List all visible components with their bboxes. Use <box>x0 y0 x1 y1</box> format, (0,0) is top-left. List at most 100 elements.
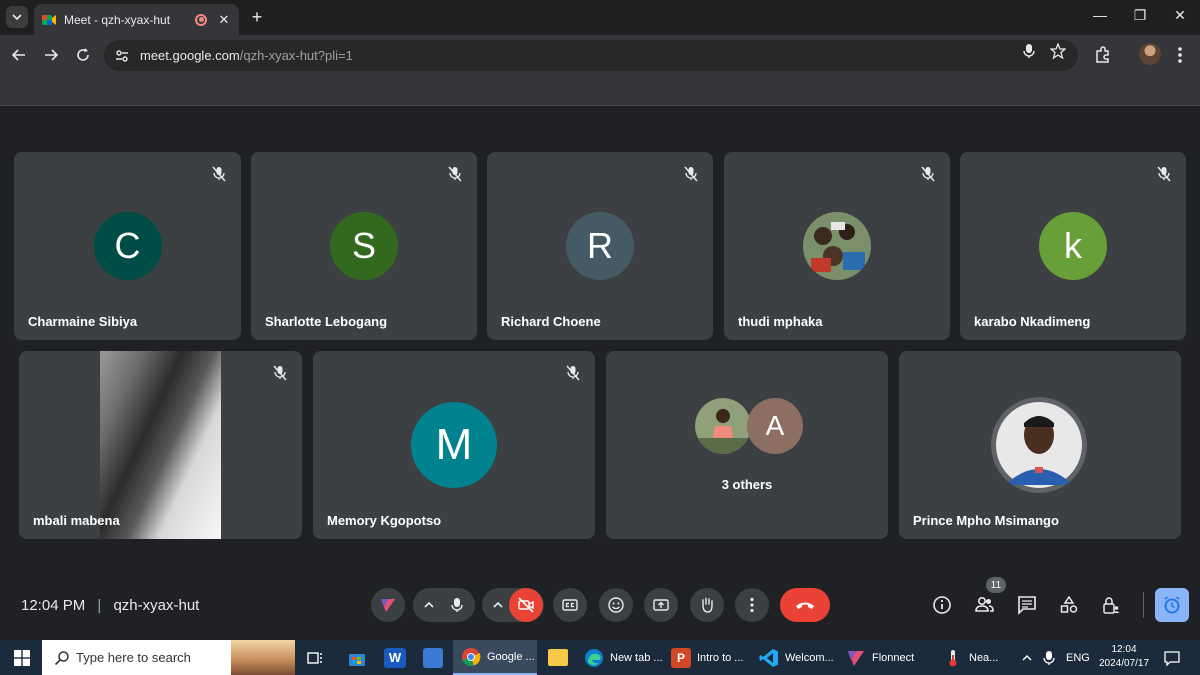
people-button[interactable] <box>973 594 995 616</box>
clock-date: 2024/07/17 <box>1098 658 1150 669</box>
arrow-right-icon <box>45 49 58 61</box>
windows-taskbar: Type here to search W Google ... New tab… <box>0 640 1200 675</box>
info-icon <box>933 596 951 614</box>
taskbar-clock[interactable]: 12:04 2024/07/17 <box>1093 643 1155 671</box>
participant-tile[interactable]: S Sharlotte Lebogang <box>251 152 477 340</box>
minimize-icon[interactable]: — <box>1090 7 1110 27</box>
reload-button[interactable] <box>72 44 94 66</box>
url-path: /qzh-xyax-hut?pli=1 <box>239 48 353 63</box>
participant-name: thudi mphaka <box>738 314 823 329</box>
chevron-up-icon[interactable] <box>423 599 435 611</box>
participant-photo <box>695 398 751 454</box>
mic-off-icon <box>1157 166 1171 182</box>
flonnect-icon <box>381 599 395 612</box>
chevron-down-icon <box>12 14 22 21</box>
taskbar-app-weather[interactable]: Nea... <box>935 640 1005 675</box>
alarm-clock-icon <box>1164 596 1180 614</box>
participant-tile[interactable]: M Memory Kgopotso <box>313 351 595 539</box>
start-button[interactable] <box>8 640 36 675</box>
bookmark-star-icon[interactable] <box>1050 43 1066 59</box>
mic-off-icon <box>273 365 287 381</box>
tray-chevron-up-icon[interactable] <box>1021 640 1033 675</box>
hang-up-icon <box>796 602 814 609</box>
people-count-badge: 11 <box>986 577 1006 593</box>
meeting-details-button[interactable] <box>931 594 953 616</box>
flonnect-extension-button[interactable] <box>371 588 405 622</box>
participant-tile[interactable]: k karabo Nkadimeng <box>960 152 1186 340</box>
taskbar-app-vscode[interactable]: Welcom... <box>751 640 837 675</box>
microphone-button[interactable] <box>440 588 474 622</box>
taskbar-app-label: Flonnect <box>872 651 915 664</box>
meeting-separator: | <box>97 597 102 614</box>
kebab-menu-icon[interactable] <box>1170 45 1190 65</box>
extensions-icon[interactable] <box>1093 45 1113 65</box>
tab-close-icon[interactable]: ✕ <box>217 12 231 27</box>
notifications-icon[interactable] <box>1164 640 1180 675</box>
forward-button[interactable] <box>40 44 62 66</box>
chevron-up-icon[interactable] <box>492 599 504 611</box>
new-tab-button[interactable]: + <box>247 8 267 28</box>
participant-avatar: M <box>411 402 497 488</box>
present-screen-button[interactable] <box>644 588 678 622</box>
participant-name: Sharlotte Lebogang <box>265 314 388 329</box>
chat-button[interactable] <box>1016 594 1038 616</box>
browser-tab-meet[interactable]: Meet - qzh-xyax-hut ✕ <box>34 4 239 35</box>
more-options-button[interactable] <box>735 588 769 622</box>
bookmark-bar <box>0 76 1200 106</box>
participant-tile[interactable]: C Charmaine Sibiya <box>14 152 241 340</box>
taskbar-app-flonnect[interactable]: Flonnect <box>838 640 924 675</box>
participant-tile[interactable]: thudi mphaka <box>724 152 950 340</box>
participant-name: mbali mabena <box>33 513 120 528</box>
captions-button[interactable] <box>553 588 587 622</box>
recording-indicator-icon <box>195 13 207 26</box>
leave-call-button[interactable] <box>780 588 830 622</box>
tray-microphone-icon[interactable] <box>1042 640 1056 675</box>
file-explorer-app[interactable] <box>548 649 568 666</box>
timer-extension-button[interactable] <box>1155 588 1189 622</box>
activities-button[interactable] <box>1058 594 1080 616</box>
search-placeholder: Type here to search <box>76 650 191 665</box>
raise-hand-button[interactable] <box>690 588 724 622</box>
taskbar-app-label: Welcom... <box>785 651 834 664</box>
microphone-icon[interactable] <box>1021 43 1037 59</box>
taskbar-app-label: Intro to ... <box>697 651 744 664</box>
flonnect-icon <box>848 650 864 666</box>
host-controls-button[interactable] <box>1100 594 1122 616</box>
camera-off-icon <box>518 597 534 613</box>
word-app[interactable]: W <box>384 648 406 668</box>
thermometer-icon <box>949 649 957 666</box>
participant-tile[interactable]: mbali mabena <box>19 351 302 539</box>
windows-logo-icon <box>14 649 30 666</box>
browser-tab-bar: Meet - qzh-xyax-hut ✕ + — ❐ ✕ <box>0 0 1200 35</box>
store-icon <box>349 654 365 666</box>
participant-avatar: A <box>747 398 803 454</box>
address-bar[interactable]: meet.google.com/qzh-xyax-hut?pli=1 <box>104 40 1078 71</box>
reactions-button[interactable] <box>599 588 633 622</box>
meeting-control-bar: 12:04 PM | qzh-xyax-hut 11 <box>0 570 1200 640</box>
participant-tile[interactable]: Prince Mpho Msimango <box>899 351 1181 539</box>
chrome-icon <box>462 647 481 666</box>
profile-avatar[interactable] <box>1139 43 1161 65</box>
others-tile[interactable]: A 3 others <box>606 351 888 539</box>
task-view-button[interactable] <box>305 648 325 668</box>
participant-avatar: R <box>566 212 634 280</box>
back-button[interactable] <box>8 44 30 66</box>
tab-search-button[interactable] <box>6 6 28 28</box>
control-divider <box>1143 592 1144 618</box>
photos-app[interactable] <box>423 648 443 668</box>
site-info-icon[interactable] <box>114 48 130 64</box>
url-host: meet.google.com <box>140 48 240 63</box>
close-window-icon[interactable]: ✕ <box>1170 7 1190 27</box>
taskbar-app-chrome[interactable]: Google ... <box>453 640 537 675</box>
participant-tile[interactable]: R Richard Choene <box>487 152 713 340</box>
camera-off-button[interactable] <box>509 588 543 622</box>
store-app[interactable] <box>347 648 367 668</box>
restore-icon[interactable]: ❐ <box>1130 7 1150 27</box>
taskbar-search-box[interactable]: Type here to search <box>42 640 295 675</box>
kebab-menu-icon <box>750 597 754 613</box>
taskbar-app-powerpoint[interactable]: P Intro to ... <box>663 640 749 675</box>
chat-icon <box>1018 596 1036 615</box>
taskbar-app-edge[interactable]: New tab ... <box>576 640 663 675</box>
language-indicator[interactable]: ENG <box>1066 640 1090 675</box>
participant-name: Charmaine Sibiya <box>28 314 138 329</box>
